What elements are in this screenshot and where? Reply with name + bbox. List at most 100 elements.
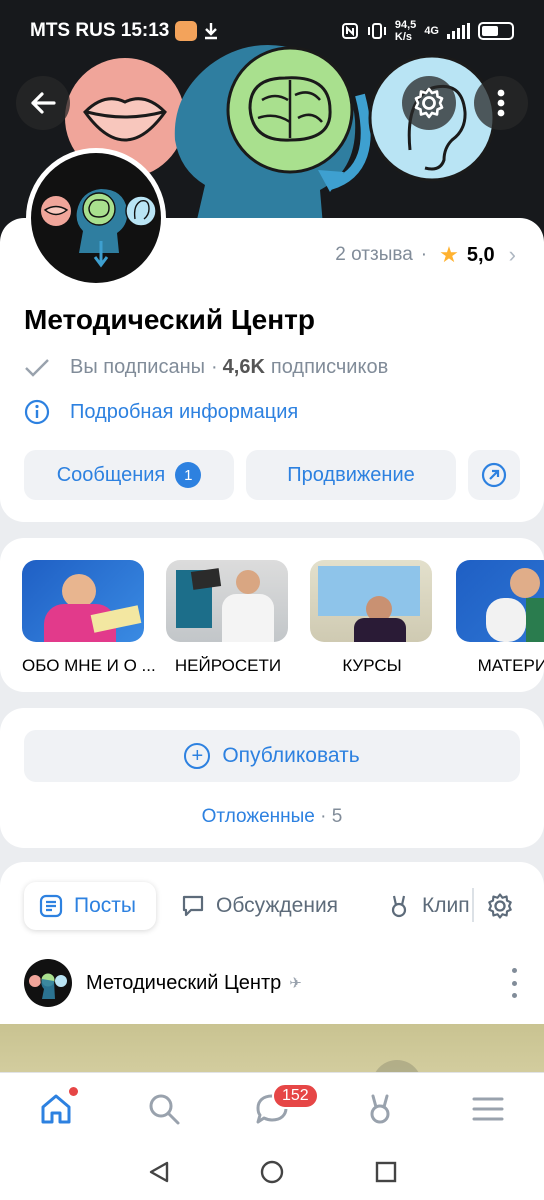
circle-home-icon bbox=[260, 1160, 284, 1184]
messages-unread-badge: 152 bbox=[272, 1083, 319, 1109]
publish-button[interactable]: + Опубликовать bbox=[24, 730, 520, 782]
nfc-icon bbox=[341, 23, 358, 39]
tab-clips-label: Клип bbox=[422, 894, 470, 917]
triangle-back-icon bbox=[149, 1161, 169, 1183]
system-home-button[interactable] bbox=[258, 1158, 286, 1186]
subscribed-label: Вы подписаны bbox=[70, 356, 205, 378]
back-button[interactable] bbox=[16, 76, 70, 130]
clips-icon bbox=[370, 1094, 390, 1124]
story-label: ОБО МНЕ И О ... bbox=[22, 656, 156, 675]
download-icon bbox=[205, 23, 218, 40]
info-circle-icon bbox=[24, 399, 50, 425]
square-recents-icon bbox=[375, 1161, 397, 1183]
reviews-row[interactable]: 2 отзыва · ★ 5,0 › bbox=[335, 242, 516, 268]
rating-value: 5,0 bbox=[466, 243, 495, 266]
plus-circle-icon: + bbox=[184, 743, 211, 769]
avatar-logo bbox=[29, 972, 67, 999]
post-options-button[interactable] bbox=[504, 968, 524, 998]
publish-label: Опубликовать bbox=[222, 744, 360, 767]
gear-icon bbox=[488, 893, 512, 919]
reviews-count: 2 отзыва bbox=[335, 244, 413, 265]
story-label: КУРСЫ bbox=[342, 656, 402, 675]
messages-label: Сообщения bbox=[56, 463, 166, 486]
story-thumbnail bbox=[310, 560, 432, 642]
tab-clips[interactable]: Клип bbox=[386, 882, 472, 930]
publish-card: + Опубликовать Отложенные · 5 bbox=[0, 708, 544, 848]
subscribers-count: 4,6K bbox=[222, 356, 265, 378]
nav-search[interactable] bbox=[140, 1087, 188, 1131]
reviews-separator: · bbox=[420, 244, 428, 265]
page-title: Методический Центр bbox=[24, 304, 315, 335]
carrier-time: MTS RUS 15:13 bbox=[30, 20, 170, 41]
post-header: Методический Центр ✈ bbox=[24, 958, 524, 1008]
app-notification-icon bbox=[175, 21, 198, 41]
vertical-dots-icon bbox=[497, 89, 505, 117]
post-author-name[interactable]: Методический Центр bbox=[86, 972, 281, 995]
system-navigation-bar bbox=[0, 1142, 544, 1200]
messages-button[interactable]: Сообщения 1 bbox=[24, 450, 234, 500]
details-link[interactable]: Подробная информация bbox=[24, 399, 298, 425]
share-arrow-icon bbox=[481, 462, 507, 488]
system-recents-button[interactable] bbox=[372, 1158, 400, 1186]
signal-icon bbox=[447, 23, 470, 39]
system-back-button[interactable] bbox=[145, 1158, 173, 1186]
story-item[interactable]: МАТЕРИА bbox=[456, 560, 544, 676]
hamburger-menu-icon bbox=[472, 1097, 504, 1121]
details-link-label: Подробная информация bbox=[70, 400, 299, 423]
feed-settings-button[interactable] bbox=[486, 882, 516, 930]
home-notification-dot bbox=[69, 1087, 78, 1096]
subscription-status[interactable]: Вы подписаны · 4,6K подписчиков bbox=[24, 356, 388, 379]
story-item[interactable]: ОБО МНЕ И О ... bbox=[22, 560, 156, 676]
pin-icon: ✈ bbox=[289, 975, 302, 992]
nav-clips[interactable] bbox=[356, 1087, 404, 1131]
settings-button[interactable] bbox=[402, 76, 456, 130]
post-author-avatar[interactable] bbox=[24, 959, 72, 1007]
story-thumbnail bbox=[166, 560, 288, 642]
tab-discussions-label: Обсуждения bbox=[216, 894, 339, 917]
story-label: НЕЙРОСЕТИ bbox=[174, 656, 282, 675]
promotion-button[interactable]: Продвижение bbox=[246, 450, 456, 500]
status-bar: MTS RUS 15:13 94,5 K/s 4G bbox=[0, 0, 544, 62]
more-options-button[interactable] bbox=[474, 76, 528, 130]
net-type: 4G bbox=[424, 25, 439, 37]
nav-messages[interactable]: 152 bbox=[248, 1083, 319, 1131]
battery-icon bbox=[478, 22, 514, 40]
story-thumbnail bbox=[456, 560, 544, 642]
messages-count-badge: 1 bbox=[175, 462, 202, 488]
gear-icon bbox=[414, 87, 444, 119]
document-list-icon bbox=[39, 894, 63, 918]
postponed-label: Отложенные bbox=[201, 806, 315, 827]
story-label: МАТЕРИА bbox=[477, 656, 544, 675]
stories-card: ОБО МНЕ И О ... НЕЙРОСЕТИ КУРСЫ МАТЕРИА bbox=[0, 538, 544, 692]
net-speed: 94,5 K/s bbox=[394, 19, 417, 43]
tab-discussions[interactable]: Обсуждения bbox=[180, 882, 338, 930]
promotion-label: Продвижение bbox=[287, 463, 415, 486]
clips-icon bbox=[391, 895, 407, 918]
avatar[interactable] bbox=[26, 148, 166, 288]
chevron-right-icon: › bbox=[508, 242, 516, 267]
nav-home[interactable] bbox=[32, 1087, 80, 1131]
story-thumbnail bbox=[22, 560, 144, 642]
chat-bubble-icon bbox=[182, 895, 204, 917]
search-icon bbox=[149, 1094, 180, 1125]
tabs-divider bbox=[472, 888, 474, 922]
checkmark-icon bbox=[25, 358, 49, 377]
story-item[interactable]: НЕЙРОСЕТИ bbox=[166, 560, 290, 676]
story-item[interactable]: КУРСЫ bbox=[310, 560, 434, 676]
avatar-logo bbox=[41, 189, 157, 268]
subscribers-label: подписчиков bbox=[270, 356, 389, 378]
star-icon: ★ bbox=[439, 242, 459, 267]
feed-tabs: Посты Обсуждения Клип bbox=[0, 882, 544, 932]
bottom-navigation: 152 bbox=[0, 1072, 544, 1142]
share-button[interactable] bbox=[468, 450, 520, 500]
tab-posts[interactable]: Посты bbox=[24, 882, 156, 930]
home-icon bbox=[41, 1094, 71, 1124]
postponed-posts-link[interactable]: Отложенные · 5 bbox=[0, 806, 544, 828]
arrow-left-icon bbox=[31, 92, 56, 114]
vibrate-icon bbox=[367, 23, 386, 39]
postponed-count: 5 bbox=[331, 806, 343, 827]
postponed-separator: · bbox=[320, 806, 327, 827]
subscribers-separator: · bbox=[211, 356, 218, 378]
tab-posts-label: Посты bbox=[74, 894, 136, 917]
nav-menu[interactable] bbox=[464, 1087, 512, 1131]
